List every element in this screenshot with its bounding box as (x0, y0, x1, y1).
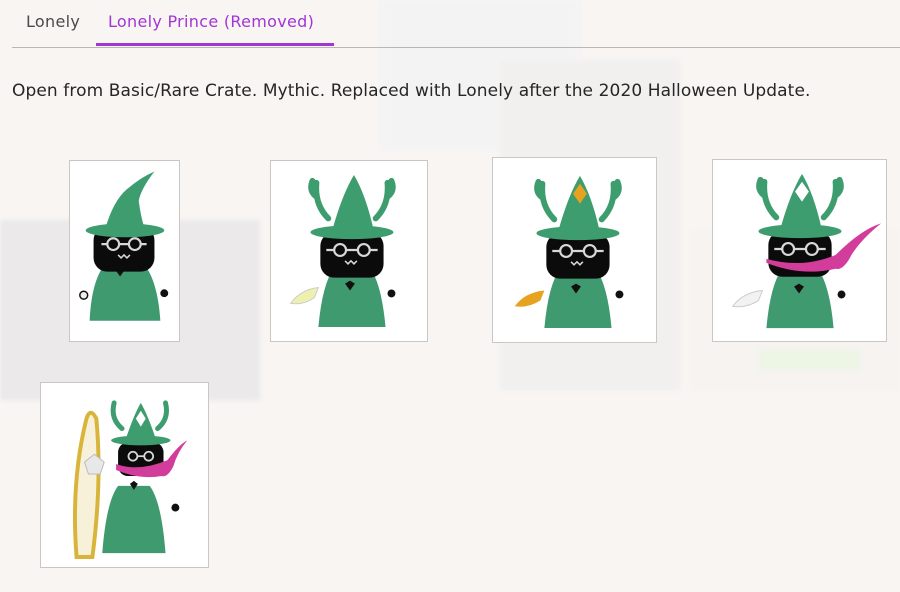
variant-image-2[interactable] (270, 160, 428, 342)
lonely-prince-figure-icon (72, 400, 188, 559)
lonely-prince-figure-icon (731, 173, 882, 329)
variant-image-1[interactable] (69, 160, 180, 342)
lonely-prince-figure-icon (514, 175, 624, 329)
tab-lonely-prince-removed[interactable]: Lonely Prince (Removed) (108, 12, 314, 31)
active-tab-indicator (96, 43, 334, 46)
tab-lonely[interactable]: Lonely (26, 12, 80, 31)
lonely-prince-figure-icon (289, 174, 396, 328)
lonely-prince-figure-icon (79, 171, 169, 321)
variant-image-5[interactable] (40, 382, 209, 568)
item-description: Open from Basic/Rare Crate. Mythic. Repl… (12, 81, 811, 101)
variant-image-4[interactable] (712, 159, 887, 342)
variant-image-3[interactable] (492, 157, 657, 343)
tab-bar: Lonely Lonely Prince (Removed) (12, 0, 900, 48)
